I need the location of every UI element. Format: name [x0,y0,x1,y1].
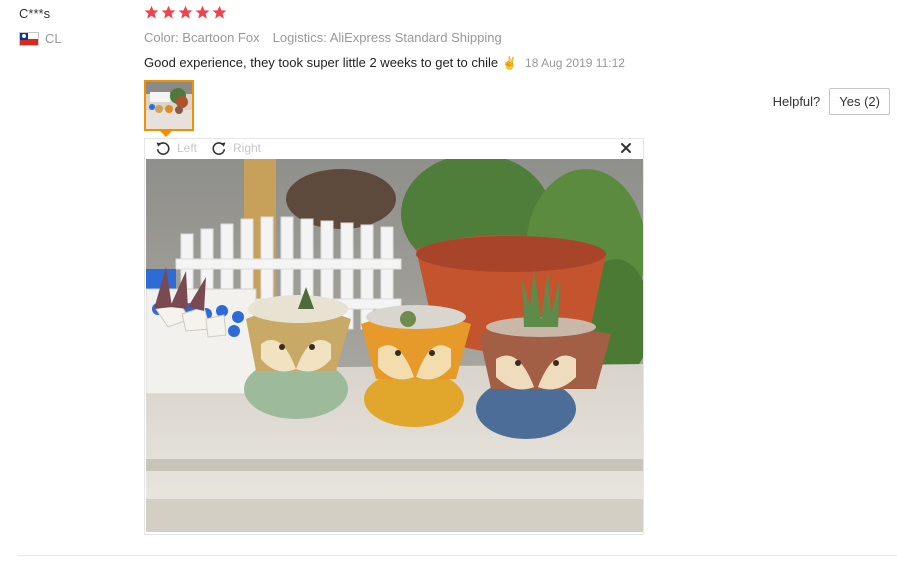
rotate-right-icon [212,142,226,155]
star-icon [212,5,227,19]
feedback-line: Good experience, they took super little … [144,55,625,70]
reviewer-country: CL [19,31,62,46]
review-date: 18 Aug 2019 11:12 [525,56,625,70]
star-rating [144,5,227,20]
star-icon [161,5,176,19]
feedback-text: Good experience, they took super little … [144,55,499,70]
victory-hand-emoji: ✌ [502,56,518,70]
thumbnail-pointer [160,131,172,137]
close-icon[interactable] [619,141,633,155]
country-code: CL [45,31,62,46]
star-icon [178,5,193,19]
fox-pot-orange [361,305,471,427]
order-attributes: Color: Bcartoon Fox Logistics: AliExpres… [144,30,502,45]
rotate-left-label: Left [177,141,198,155]
review-divider [17,555,897,556]
review-item: C***s CL Color: Bcartoon Fox Logistics: … [0,0,897,568]
rotate-right-button[interactable]: Right [211,140,261,156]
rotate-left-button[interactable]: Left [155,140,197,156]
helpful-label: Helpful? [772,94,821,109]
star-icon [195,5,210,19]
helpful-vote: Helpful? Yes (2) [773,88,890,115]
color-attribute: Color: Bcartoon Fox [144,30,260,45]
star-icon [144,5,159,19]
rotate-right-label: Right [233,141,262,155]
photo-viewer: Left Right [144,138,644,535]
rotate-left-icon [156,142,170,155]
review-photo-thumbnail[interactable] [144,80,194,131]
chile-flag-icon [19,31,39,46]
helpful-yes-button[interactable]: Yes (2) [829,88,890,115]
fox-pot-green [244,287,351,419]
review-photo [146,159,643,532]
logistics-attribute: Logistics: AliExpress Standard Shipping [272,30,502,45]
photo-viewer-toolbar: Left Right [145,139,643,159]
thumbnail-image [146,82,192,129]
reviewer-name: C***s [19,6,51,21]
